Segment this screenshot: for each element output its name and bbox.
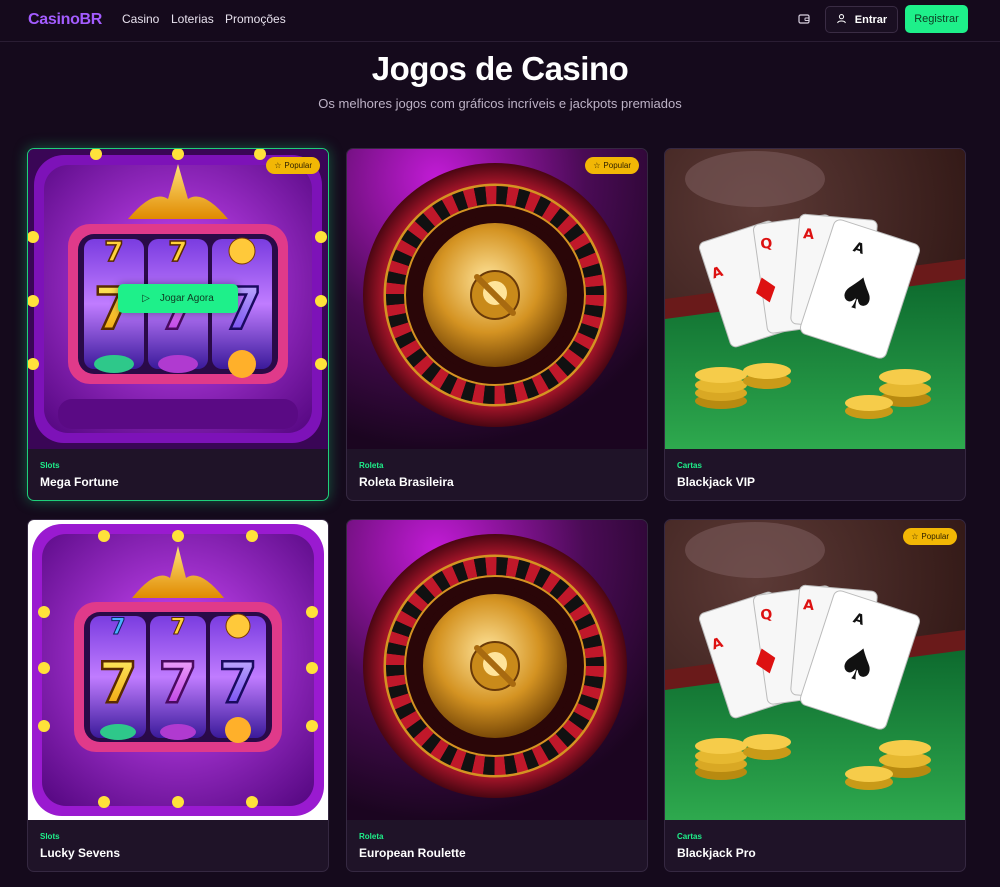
login-label: Entrar [854,13,888,26]
svg-text:7: 7 [110,615,125,640]
play-icon: ▷ [142,293,150,304]
logo[interactable]: CasinoBR [28,11,102,29]
game-category: Slots [40,461,60,470]
nav-link-casino[interactable]: Casino [122,12,159,26]
roulette-wheel-image [347,520,647,820]
popular-badge: ☆ Popular [903,528,957,545]
play-now-button[interactable]: ▷ Jogar Agora [118,284,238,313]
game-card-roleta-brasileira[interactable]: ☆ Popular Roleta Roleta Brasileira [346,148,648,501]
game-name: Blackjack Pro [677,846,756,860]
blackjack-cards-image: A Q A A ♠ ♦ [665,149,965,449]
game-name: Blackjack VIP [677,475,756,489]
svg-text:Q: Q [759,235,773,253]
game-category: Roleta [359,832,384,841]
svg-text:Q: Q [759,606,773,624]
star-icon: ☆ [911,532,919,541]
game-card-blackjack-vip[interactable]: A Q A A ♠ ♦ Cartas Blackjack VIP [664,148,966,501]
svg-text:7: 7 [99,651,138,716]
svg-text:7: 7 [170,615,185,640]
popular-badge: ☆ Popular [585,157,639,174]
slot-machine-image: 7 7 7 7 7 [28,520,328,820]
register-button[interactable]: Registrar [905,5,968,33]
svg-text:7: 7 [104,235,123,268]
nav-link-loterias[interactable]: Loterias [171,12,214,26]
svg-text:7: 7 [168,235,187,268]
star-icon: ☆ [593,161,601,170]
page-subtitle: Os melhores jogos com gráficos incríveis… [318,96,682,111]
game-name: Mega Fortune [40,475,119,489]
game-name: Roleta Brasileira [359,475,454,489]
svg-text:A: A [802,226,814,243]
top-navbar: CasinoBR Casino Loterias Promoções Entra… [0,0,1000,42]
game-card-lucky-sevens[interactable]: 7 7 7 7 7 Slots Lucky Sevens [27,519,329,872]
star-icon: ☆ [274,161,282,170]
game-category: Cartas [677,832,702,841]
wallet-icon[interactable] [796,11,812,27]
game-card-blackjack-pro[interactable]: A Q A A ♠ ♦ ☆ Popular Cartas Blackjack P… [664,519,966,872]
svg-text:7: 7 [219,651,258,716]
login-button[interactable]: Entrar [825,6,898,33]
game-category: Slots [40,832,60,841]
user-icon [836,13,847,27]
nav-link-promocoes[interactable]: Promoções [225,12,286,26]
game-category: Roleta [359,461,384,470]
game-card-european-roulette[interactable]: Roleta European Roulette [346,519,648,872]
game-card-mega-fortune[interactable]: 7 7 7 7 7 ☆ Popular ▷ Jogar Agora Slots … [27,148,329,501]
page-title: Jogos de Casino [371,50,629,87]
popular-badge: ☆ Popular [266,157,320,174]
svg-text:A: A [802,597,814,614]
blackjack-cards-image: A Q A A ♠ ♦ [665,520,965,820]
game-category: Cartas [677,461,702,470]
game-name: European Roulette [359,846,466,860]
roulette-wheel-image [347,149,647,449]
game-name: Lucky Sevens [40,846,121,860]
svg-text:7: 7 [159,651,198,716]
